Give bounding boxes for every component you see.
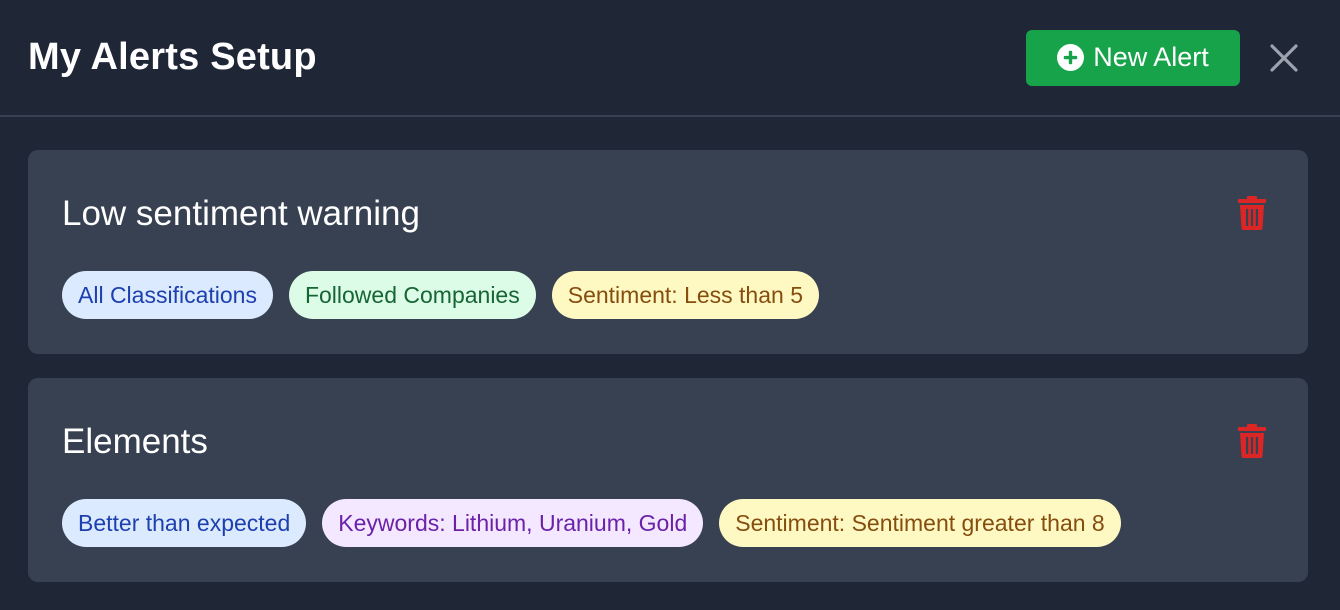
- delete-alert-button[interactable]: [1236, 196, 1268, 232]
- tag-sentiment: Sentiment: Sentiment greater than 8: [719, 499, 1121, 547]
- alert-tags: All Classifications Followed Companies S…: [62, 271, 819, 319]
- delete-alert-button[interactable]: [1236, 424, 1268, 460]
- header-actions: New Alert: [1026, 29, 1312, 86]
- new-alert-label: New Alert: [1093, 42, 1209, 72]
- tag-classification: All Classifications: [62, 271, 273, 319]
- close-button[interactable]: [1264, 38, 1304, 78]
- alerts-setup-modal: My Alerts Setup New Alert Low sentiment: [0, 0, 1340, 610]
- new-alert-button[interactable]: New Alert: [1026, 29, 1240, 86]
- alerts-list: Low sentiment warning All Classification…: [0, 117, 1340, 582]
- alert-tags: Better than expected Keywords: Lithium, …: [62, 499, 1121, 547]
- trash-icon: [1238, 196, 1266, 230]
- page-title: My Alerts Setup: [28, 36, 317, 78]
- alert-card: Low sentiment warning All Classification…: [28, 150, 1308, 354]
- tag-companies: Followed Companies: [288, 271, 536, 319]
- plus-circle-icon: [1057, 44, 1085, 71]
- tag-keywords: Keywords: Lithium, Uranium, Gold: [322, 499, 704, 547]
- alert-name: Elements: [62, 422, 208, 461]
- trash-icon: [1238, 424, 1266, 458]
- alert-card: Elements Better than expected Keywords: …: [28, 378, 1308, 582]
- close-icon: [1270, 43, 1298, 72]
- modal-header: My Alerts Setup New Alert: [0, 0, 1340, 117]
- tag-sentiment: Sentiment: Less than 5: [551, 271, 819, 319]
- alert-name: Low sentiment warning: [62, 194, 420, 233]
- tag-classification: Better than expected: [62, 499, 307, 547]
